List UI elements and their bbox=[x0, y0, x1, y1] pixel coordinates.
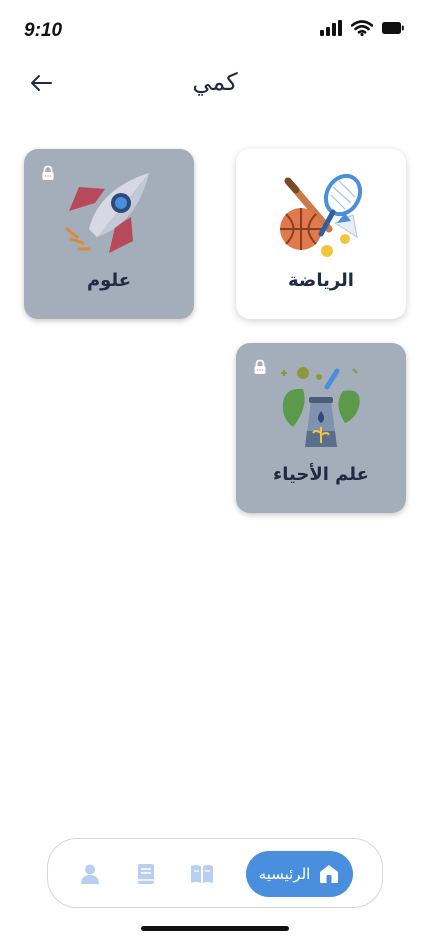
nav-home-label: الرئيسيه bbox=[258, 865, 311, 883]
category-label: علوم bbox=[86, 270, 132, 291]
bottom-nav: الرئيسيه bbox=[47, 838, 383, 908]
lock-icon bbox=[42, 165, 54, 180]
book-icon bbox=[138, 864, 154, 884]
status-time: 9:10 bbox=[24, 20, 63, 41]
nav-profile[interactable] bbox=[77, 861, 103, 887]
home-icon bbox=[320, 865, 339, 883]
rocket-icon bbox=[65, 173, 149, 253]
page-title: كمي bbox=[192, 68, 238, 96]
profile-icon bbox=[81, 864, 99, 884]
status-icons bbox=[320, 20, 404, 36]
wifi-icon bbox=[351, 20, 373, 36]
nav-reading[interactable] bbox=[189, 861, 215, 887]
battery-icon bbox=[382, 22, 404, 34]
nav-library[interactable] bbox=[133, 861, 159, 887]
cellular-signal-icon bbox=[320, 20, 342, 36]
category-card-biology[interactable]: علم الأحياء bbox=[236, 343, 406, 513]
status-bar: 9:10 bbox=[0, 0, 430, 60]
lock-icon bbox=[254, 359, 266, 374]
category-card-sports[interactable]: الرياضة bbox=[236, 149, 406, 319]
sports-icon bbox=[280, 173, 363, 257]
biology-icon bbox=[281, 367, 360, 447]
category-card-science[interactable]: علوم bbox=[24, 149, 194, 319]
category-label: الرياضة bbox=[288, 270, 354, 291]
reader-icon bbox=[191, 865, 213, 883]
category-label: علم الأحياء bbox=[273, 464, 369, 485]
top-bar: كمي bbox=[0, 60, 430, 110]
home-indicator bbox=[141, 926, 289, 931]
nav-home[interactable]: الرئيسيه bbox=[246, 851, 353, 897]
